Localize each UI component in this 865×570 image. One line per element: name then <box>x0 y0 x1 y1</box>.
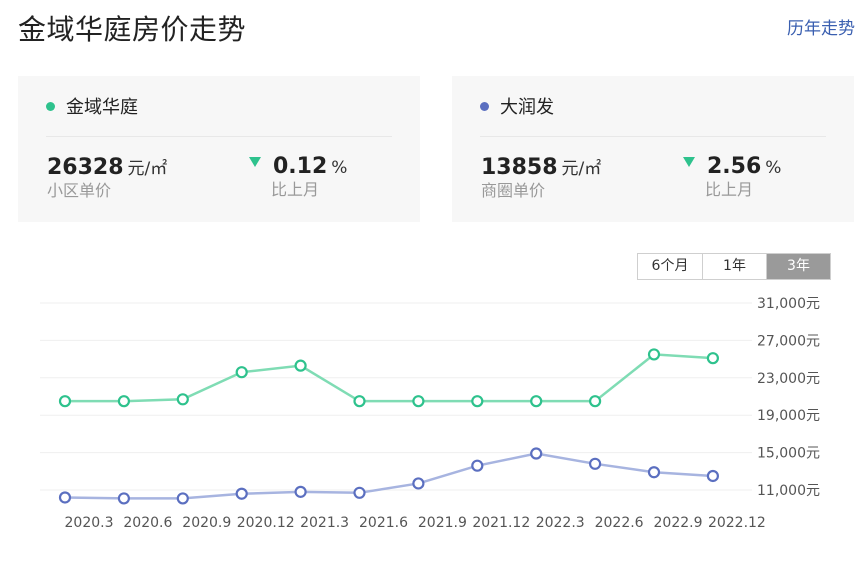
y-tick-label: 23,000元 <box>757 371 820 387</box>
x-tick-label: 2022.6 <box>595 515 644 531</box>
price-unit: 元/㎡ <box>127 159 168 179</box>
district-price-card: 大润发 13858 元/㎡ 商圈单价 2.56% 比上月 <box>452 76 854 222</box>
price-unit: 元/㎡ <box>561 159 602 179</box>
x-tick-label: 2022.12 <box>708 515 766 531</box>
y-tick-label: 31,000元 <box>757 296 820 312</box>
data-point[interactable] <box>588 395 602 408</box>
x-tick-label: 2021.9 <box>418 515 467 531</box>
change-value: 0.12 <box>273 154 328 179</box>
data-point[interactable] <box>412 395 425 408</box>
x-tick-label: 2020.12 <box>237 515 295 531</box>
change-value: 2.56 <box>707 154 762 179</box>
district-price: 13858 <box>481 155 558 180</box>
data-point[interactable] <box>471 459 484 472</box>
y-tick-label: 27,000元 <box>757 333 820 349</box>
district-name: 大润发 <box>500 97 554 118</box>
data-point[interactable] <box>588 457 602 470</box>
price-metric: 26328 元/㎡ 小区单价 <box>47 154 167 202</box>
y-tick-label: 19,000元 <box>757 408 820 424</box>
price-label: 商圈单价 <box>481 181 546 200</box>
data-point[interactable] <box>176 393 189 406</box>
change-unit: % <box>331 158 348 178</box>
chart-grid <box>40 302 752 491</box>
data-point[interactable] <box>530 395 543 408</box>
range-tabs: 6个月 1年 3年 <box>637 253 831 280</box>
change-metric: 0.12% 比上月 <box>249 154 347 201</box>
x-tick-label: 2021.6 <box>359 515 408 531</box>
price-trend-chart: 31,000元 27,000元 23,000元 19,000元 15,000元 11,00… <box>40 296 820 531</box>
x-tick-label: 2022.9 <box>654 515 703 531</box>
triangle-down-icon <box>683 157 695 167</box>
data-point[interactable] <box>294 359 307 372</box>
card-header: 大润发 <box>480 76 826 137</box>
series-line <box>64 452 713 500</box>
history-trend-link[interactable]: 历年走势 <box>787 14 855 39</box>
community-dot-icon <box>46 101 55 111</box>
x-tick-label: 2020.6 <box>123 515 172 531</box>
data-point[interactable] <box>117 492 131 505</box>
x-tick-label: 2021.12 <box>472 515 530 531</box>
data-point[interactable] <box>58 395 72 408</box>
data-point[interactable] <box>353 486 366 499</box>
y-tick-label: 11,000元 <box>757 483 820 499</box>
y-axis-ticks: 31,000元 27,000元 23,000元 19,000元 15,000元 11,00… <box>757 296 820 499</box>
chart-series <box>58 348 720 505</box>
change-label: 比上月 <box>705 180 754 199</box>
data-point[interactable] <box>647 348 661 361</box>
data-point[interactable] <box>412 477 425 490</box>
data-point[interactable] <box>294 485 307 498</box>
data-point[interactable] <box>58 491 72 504</box>
data-point[interactable] <box>706 352 720 365</box>
data-point[interactable] <box>647 466 661 479</box>
data-point[interactable] <box>471 395 484 408</box>
triangle-down-icon <box>249 157 261 167</box>
district-dot-icon <box>480 101 489 111</box>
x-tick-label: 2022.3 <box>536 515 585 531</box>
data-point[interactable] <box>530 447 543 460</box>
card-header: 金域华庭 <box>46 76 392 137</box>
page-title: 金域华庭房价走势 <box>18 13 247 46</box>
y-tick-label: 15,000元 <box>757 446 820 462</box>
price-metric: 13858 元/㎡ 商圈单价 <box>481 154 601 202</box>
range-tab-3-years[interactable]: 3年 <box>766 254 830 279</box>
range-tab-1-year[interactable]: 1年 <box>702 254 766 279</box>
x-tick-label: 2020.3 <box>65 515 114 531</box>
change-unit: % <box>765 158 782 178</box>
data-point[interactable] <box>117 395 131 408</box>
change-label: 比上月 <box>271 180 320 199</box>
price-label: 小区单价 <box>47 181 112 200</box>
community-price: 26328 <box>47 155 124 180</box>
data-point[interactable] <box>235 487 248 500</box>
community-name: 金域华庭 <box>66 97 138 118</box>
data-point[interactable] <box>353 395 366 408</box>
data-point[interactable] <box>176 492 189 505</box>
x-tick-label: 2020.9 <box>182 515 231 531</box>
x-tick-label: 2021.3 <box>300 515 349 531</box>
range-tab-6-months[interactable]: 6个月 <box>638 254 702 279</box>
data-point[interactable] <box>235 366 248 379</box>
x-axis-ticks: 2020.3 2020.6 2020.9 2020.12 2021.3 2021.6 202… <box>65 515 766 531</box>
change-metric: 2.56% 比上月 <box>683 154 781 201</box>
community-price-card: 金域华庭 26328 元/㎡ 小区单价 0.12% 比上月 <box>18 76 420 222</box>
data-point[interactable] <box>706 469 720 483</box>
series-1 <box>58 447 720 505</box>
